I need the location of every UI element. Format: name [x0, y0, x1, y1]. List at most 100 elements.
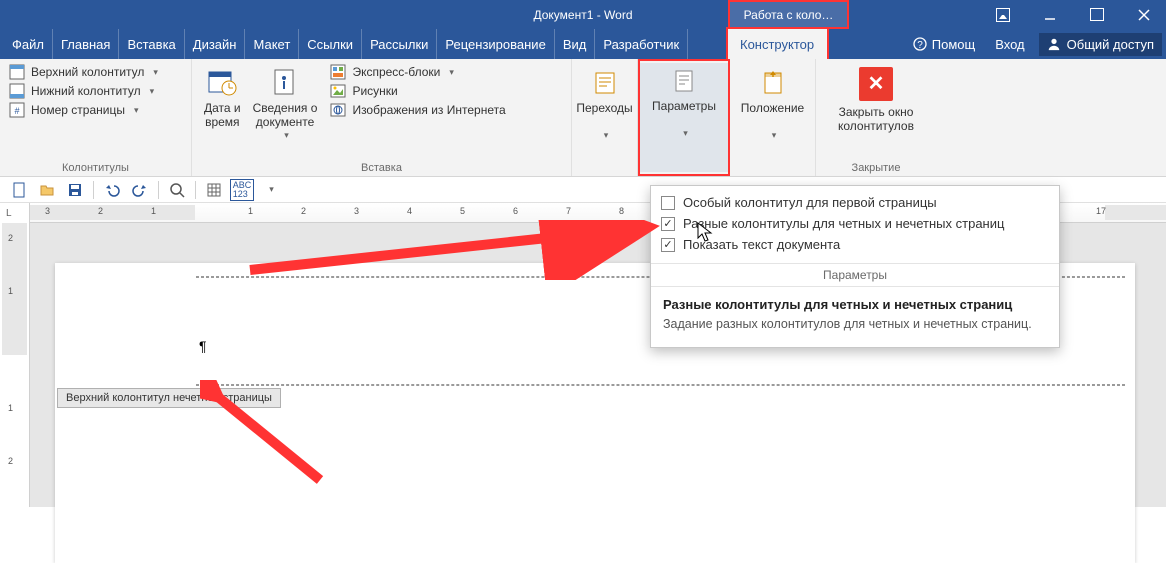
chevron-down-icon: ▾	[153, 67, 158, 78]
undo-button[interactable]	[99, 179, 125, 201]
tab-developer[interactable]: Разработчик	[595, 29, 688, 59]
chevron-down-icon: ▾	[284, 130, 289, 141]
pictures-icon	[330, 83, 346, 99]
group-label-headers: Колонтитулы	[0, 162, 191, 174]
options-label: Параметры	[652, 99, 716, 113]
footer-label: Нижний колонтитул	[31, 84, 141, 98]
group-label-close: Закрытие	[816, 162, 936, 174]
pictures-button[interactable]: Рисунки	[327, 82, 508, 100]
date-time-button[interactable]: Дата и время	[198, 63, 247, 141]
help-label: Помощ	[932, 37, 975, 52]
share-button[interactable]: Общий доступ	[1039, 33, 1162, 56]
header-label: Верхний колонтитул	[31, 65, 144, 79]
tab-references[interactable]: Ссылки	[299, 29, 362, 59]
online-pictures-button[interactable]: Изображения из Интернета	[327, 101, 508, 119]
show-document-text-checkbox[interactable]: Показать текст документа	[661, 234, 1049, 255]
navigation-label: Переходы	[576, 101, 632, 115]
tooltip-body: Задание разных колонтитулов для четных и…	[663, 316, 1047, 333]
tab-design[interactable]: Дизайн	[185, 29, 246, 59]
quick-parts-label: Экспресс-блоки	[352, 65, 440, 79]
footer-button[interactable]: Нижний колонтитул ▾	[6, 82, 185, 100]
opt2-label: Разные колонтитулы для четных и нечетных…	[683, 216, 1004, 231]
tab-home[interactable]: Главная	[53, 29, 119, 59]
window-controls	[980, 0, 1166, 29]
signin-button[interactable]: Вход	[989, 37, 1030, 52]
chevron-down-icon: ▾	[683, 128, 688, 139]
new-doc-button[interactable]	[6, 179, 32, 201]
checkbox-checked-icon	[661, 238, 675, 252]
svg-text:?: ?	[917, 40, 923, 51]
redo-button[interactable]	[127, 179, 153, 201]
online-pictures-icon	[330, 102, 346, 118]
help-icon: ?	[913, 37, 927, 51]
help-button[interactable]: ? Помощ	[907, 37, 981, 52]
navigation-button[interactable]: Переходы ▾	[578, 63, 631, 141]
tab-mailings[interactable]: Рассылки	[362, 29, 437, 59]
page-number-label: Номер страницы	[31, 103, 125, 117]
ribbon-group-navigation: Переходы ▾	[572, 59, 638, 176]
print-preview-button[interactable]	[164, 179, 190, 201]
svg-text:#: #	[14, 106, 19, 116]
position-icon	[757, 67, 789, 99]
save-button[interactable]	[62, 179, 88, 201]
close-x-icon: ✕	[859, 67, 893, 101]
group-label-insert: Вставка	[192, 162, 571, 174]
quick-parts-button[interactable]: Экспресс-блоки ▾	[327, 63, 508, 81]
abc-button[interactable]: ABC123	[229, 179, 255, 201]
tab-review[interactable]: Рецензирование	[437, 29, 554, 59]
footer-icon	[9, 83, 25, 99]
position-button[interactable]: Положение ▾	[736, 63, 809, 141]
options-icon	[668, 65, 700, 97]
tab-file[interactable]: Файл	[0, 29, 53, 59]
tooltip-title: Разные колонтитулы для четных и нечетных…	[663, 297, 1047, 312]
ribbon-group-options-highlight: Параметры ▾	[638, 59, 730, 176]
share-label: Общий доступ	[1067, 37, 1154, 52]
title-bar: Документ1 - Word Работа с коло…	[0, 0, 1166, 29]
tab-layout[interactable]: Макет	[245, 29, 299, 59]
ribbon-group-position: Положение ▾	[730, 59, 816, 176]
chevron-down-icon: ▾	[772, 130, 777, 141]
options-button[interactable]: Параметры ▾	[640, 63, 728, 172]
close-header-footer-button[interactable]: ✕ Закрыть окно колонтитулов	[822, 63, 930, 134]
chevron-down-icon: ▾	[150, 86, 155, 97]
open-button[interactable]	[34, 179, 60, 201]
options-dropdown: Особый колонтитул для первой страницы Ра…	[650, 185, 1060, 348]
dropdown-group-label: Параметры	[651, 263, 1059, 286]
different-odd-even-checkbox[interactable]: Разные колонтитулы для четных и нечетных…	[661, 213, 1049, 234]
checkbox-checked-icon	[661, 217, 675, 231]
position-label: Положение	[741, 101, 804, 115]
tab-header-footer-design[interactable]: Конструктор	[728, 29, 827, 59]
minimize-button[interactable]	[1027, 0, 1072, 29]
person-icon	[1047, 37, 1061, 51]
date-time-icon	[206, 67, 238, 99]
page-number-button[interactable]: # Номер страницы ▾	[6, 101, 185, 119]
chevron-down-icon: ▾	[134, 105, 139, 116]
quick-parts-icon	[330, 64, 346, 80]
tab-view[interactable]: Вид	[555, 29, 596, 59]
tooltip: Разные колонтитулы для четных и нечетных…	[651, 286, 1059, 347]
different-first-page-checkbox[interactable]: Особый колонтитул для первой страницы	[661, 192, 1049, 213]
chevron-down-icon: ▾	[604, 130, 609, 141]
opt1-label: Особый колонтитул для первой страницы	[683, 195, 937, 210]
navigation-icon	[589, 67, 621, 99]
header-icon	[9, 64, 25, 80]
qat-more-button[interactable]: ▾	[257, 179, 283, 201]
ribbon-group-close: ✕ Закрыть окно колонтитулов Закрытие	[816, 59, 936, 176]
ribbon-display-options-icon[interactable]	[980, 0, 1025, 29]
insert-table-button[interactable]	[201, 179, 227, 201]
document-info-icon	[269, 67, 301, 99]
close-button[interactable]	[1121, 0, 1166, 29]
document-info-button[interactable]: Сведения о документе▾	[247, 63, 324, 141]
maximize-button[interactable]	[1074, 0, 1119, 29]
date-time-label: Дата и время	[204, 101, 241, 130]
pilcrow-mark: ¶	[199, 338, 207, 354]
ribbon-group-headers-footers: Верхний колонтитул ▾ Нижний колонтитул ▾ #…	[0, 59, 192, 176]
header-button[interactable]: Верхний колонтитул ▾	[6, 63, 185, 81]
checkbox-icon	[661, 196, 675, 210]
tab-insert[interactable]: Вставка	[119, 29, 184, 59]
document-info-label: Сведения о документе	[253, 101, 318, 130]
vertical-ruler[interactable]: 2 1 1 2	[0, 223, 30, 507]
ruler-corner: L	[0, 203, 30, 223]
online-pictures-label: Изображения из Интернета	[352, 103, 505, 117]
chevron-down-icon: ▾	[449, 67, 454, 78]
